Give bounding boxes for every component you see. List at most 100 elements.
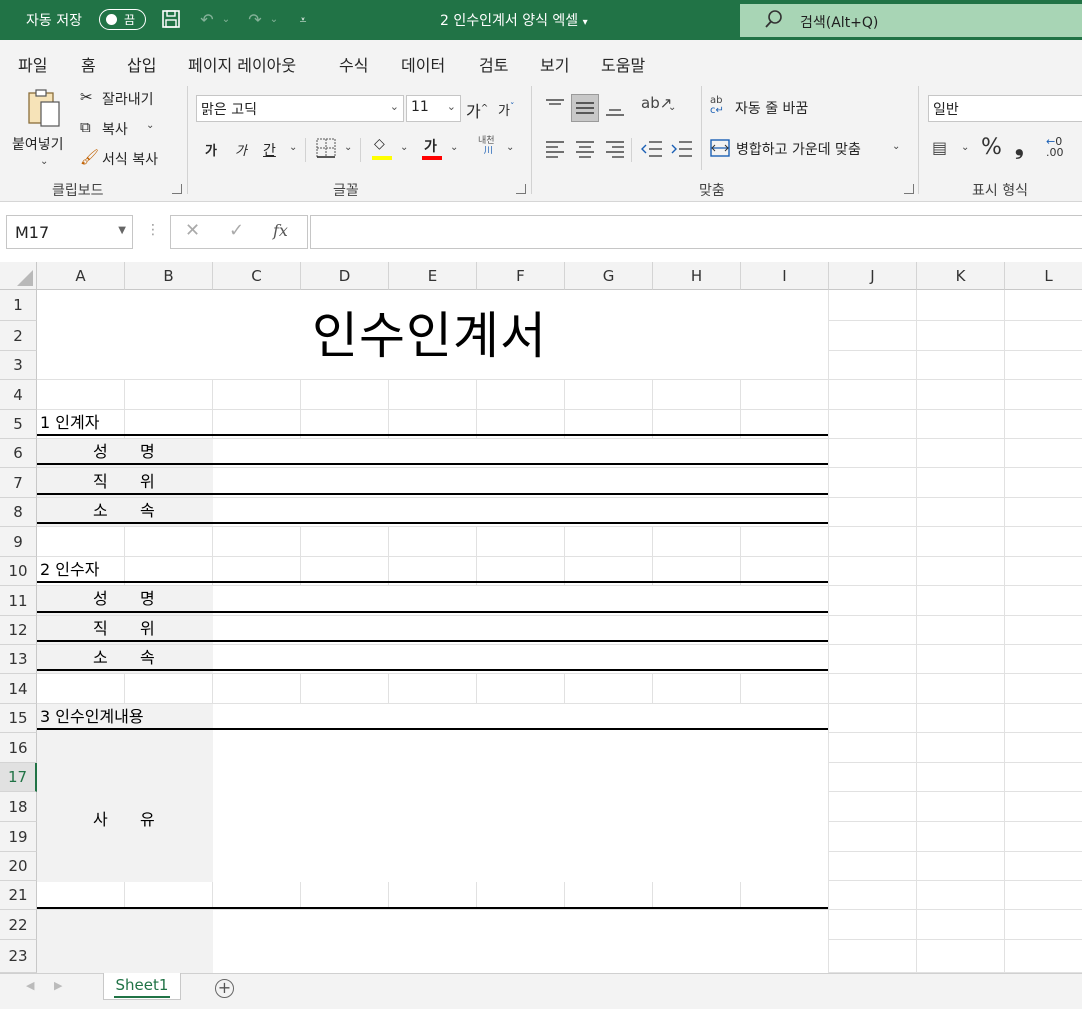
spreadsheet-grid[interactable]: A B C D E F G H I J K L 1 2 3 4 5 6 7 8 9 10 11 12 1… (0, 262, 1082, 973)
row-header-18[interactable]: 18 (0, 792, 37, 822)
save-icon[interactable] (160, 9, 182, 31)
copy-dropdown-icon[interactable]: ⌄ (146, 120, 154, 131)
cut-button[interactable]: ✂ 잘라내기 (80, 88, 170, 110)
document-title[interactable]: 2 인수인계서 양식 엑셀 ▾ (440, 10, 588, 30)
increase-indent-icon[interactable] (671, 140, 693, 158)
row-header-2[interactable]: 2 (0, 321, 37, 351)
column-header-b[interactable]: B (125, 262, 213, 290)
grow-font-button[interactable]: 가^ (466, 98, 488, 122)
column-header-h[interactable]: H (653, 262, 741, 290)
reason-content-cell[interactable] (213, 704, 828, 882)
row-header-23[interactable]: 23 (0, 940, 37, 973)
tab-formulas[interactable]: 수식 (339, 52, 368, 76)
increase-decimal-icon[interactable]: ←0.00 (1046, 136, 1064, 158)
bold-button[interactable]: 가 (205, 140, 217, 159)
label-cell[interactable] (37, 910, 213, 973)
scroll-right-icon[interactable]: ▶ (54, 979, 62, 992)
decrease-indent-icon[interactable] (641, 140, 663, 158)
orientation-dropdown-icon[interactable]: ⌄ (668, 102, 676, 113)
undo-icon[interactable]: ↶ (196, 9, 218, 31)
align-bottom-icon[interactable] (605, 102, 625, 118)
column-header-d[interactable]: D (301, 262, 389, 290)
row-header-5[interactable]: 5 (0, 410, 37, 439)
underline-dropdown-icon[interactable]: ⌄ (289, 142, 297, 153)
column-header-k[interactable]: K (917, 262, 1005, 290)
tab-view[interactable]: 보기 (540, 52, 569, 76)
select-all-button[interactable] (0, 262, 37, 290)
insert-function-icon[interactable]: fx (273, 221, 288, 240)
reason-label-cell[interactable] (37, 704, 213, 882)
sheet-tab-sheet1[interactable]: Sheet1 (103, 973, 181, 1000)
copy-button[interactable]: ⧉ 복사 ⌄ (80, 118, 170, 140)
formula-input[interactable] (310, 215, 1082, 249)
paste-button[interactable]: 붙여넣기 ⌄ (8, 86, 74, 172)
tab-page-layout[interactable]: 페이지 레이아웃 (188, 52, 296, 76)
font-launcher-icon[interactable] (516, 184, 526, 194)
number-format-select[interactable]: 일반 (928, 95, 1082, 122)
row-header-20[interactable]: 20 (0, 852, 37, 881)
row-header-8[interactable]: 8 (0, 498, 37, 527)
row-header-10[interactable]: 10 (0, 557, 37, 586)
column-header-a[interactable]: A (37, 262, 125, 290)
column-header-j[interactable]: J (829, 262, 917, 290)
percent-style-icon[interactable]: % (981, 135, 1002, 160)
enter-icon[interactable]: ✓ (229, 220, 244, 241)
column-header-f[interactable]: F (477, 262, 565, 290)
tab-insert[interactable]: 삽입 (127, 52, 156, 76)
comma-style-icon[interactable]: ❟ (1015, 135, 1024, 160)
accounting-format-icon[interactable]: ▤ (932, 138, 947, 157)
column-header-g[interactable]: G (565, 262, 653, 290)
borders-icon[interactable] (316, 138, 336, 158)
tab-help[interactable]: 도움말 (601, 52, 645, 76)
column-header-l[interactable]: L (1005, 262, 1082, 290)
align-right-icon[interactable] (605, 140, 625, 158)
row-header-11[interactable]: 11 (0, 586, 37, 616)
row-header-4[interactable]: 4 (0, 380, 37, 410)
paste-dropdown-icon[interactable]: ⌄ (40, 156, 48, 167)
tab-home[interactable]: 홈 (81, 52, 96, 83)
align-top-icon[interactable] (545, 98, 565, 114)
font-name-select[interactable]: 맑은 고딕 ⌄ (196, 95, 404, 122)
phonetic-guide-button[interactable]: 내천 川 (478, 136, 495, 156)
row-header-13[interactable]: 13 (0, 645, 37, 674)
wrap-text-button[interactable]: ab c↵ 자동 줄 바꿈 (710, 96, 830, 120)
underline-button[interactable]: 간 (263, 140, 276, 160)
autosave-toggle[interactable]: 끔 (99, 9, 146, 30)
cancel-icon[interactable]: ✕ (185, 220, 200, 241)
tab-file[interactable]: 파일 (18, 52, 47, 76)
row-header-21[interactable]: 21 (0, 881, 37, 910)
row-header-9[interactable]: 9 (0, 527, 37, 557)
scroll-left-icon[interactable]: ◀ (26, 979, 34, 992)
row-header-22[interactable]: 22 (0, 910, 37, 940)
row-header-12[interactable]: 12 (0, 616, 37, 645)
column-header-e[interactable]: E (389, 262, 477, 290)
grip-icon[interactable]: ⋮ (146, 222, 160, 238)
font-color-button[interactable]: 가 (422, 136, 444, 162)
redo-dropdown-icon[interactable]: ⌄ (268, 9, 280, 31)
font-size-select[interactable]: 11 ⌄ (406, 95, 461, 122)
row-header-17[interactable]: 17 (0, 763, 37, 792)
align-center-icon[interactable] (575, 140, 595, 158)
italic-button[interactable]: 가 (235, 140, 247, 159)
fill-color-dropdown-icon[interactable]: ⌄ (400, 142, 408, 153)
clipboard-launcher-icon[interactable] (172, 184, 182, 194)
row-header-6[interactable]: 6 (0, 439, 37, 468)
merge-center-button[interactable]: 병합하고 가운데 맞춤 ⌄ (710, 136, 906, 162)
content-cell[interactable] (213, 910, 828, 973)
row-header-14[interactable]: 14 (0, 674, 37, 704)
merge-dropdown-icon[interactable]: ⌄ (892, 141, 900, 152)
row-header-16[interactable]: 16 (0, 733, 37, 763)
alignment-launcher-icon[interactable] (904, 184, 914, 194)
row-header-19[interactable]: 19 (0, 822, 37, 852)
column-header-i[interactable]: I (741, 262, 829, 290)
row-header-7[interactable]: 7 (0, 468, 37, 498)
row-header-15[interactable]: 15 (0, 704, 37, 733)
shrink-font-button[interactable]: 가ˇ (498, 100, 514, 119)
row-header-1[interactable]: 1 (0, 290, 37, 321)
font-color-dropdown-icon[interactable]: ⌄ (450, 142, 458, 153)
tab-data[interactable]: 데이터 (401, 52, 445, 76)
align-left-icon[interactable] (545, 140, 565, 158)
fill-color-button[interactable]: ◇ (372, 136, 394, 162)
row-header-3[interactable]: 3 (0, 351, 37, 380)
undo-dropdown-icon[interactable]: ⌄ (220, 9, 232, 31)
